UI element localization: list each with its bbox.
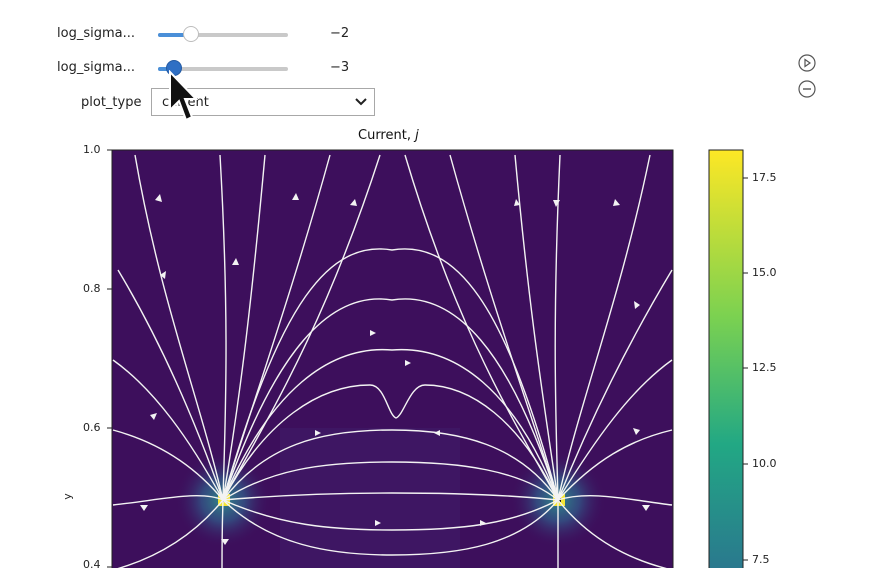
slider-value-1: −2: [330, 26, 350, 41]
colorbar-ticks: [743, 177, 748, 561]
y-ticks: [107, 149, 112, 568]
heatmap-background: [112, 150, 673, 568]
stream-arrows: [140, 193, 650, 545]
source-glow-right: [510, 452, 606, 548]
plot-title-text: Current,: [358, 128, 416, 143]
colorbar-tick-label: 7.5: [752, 553, 770, 566]
heatmap-region: [280, 428, 460, 568]
colorbar-tick-label: 12.5: [752, 361, 777, 374]
source-hotspot-left: [218, 494, 230, 506]
streamplot-chart: [107, 149, 748, 568]
slider-label-1: log_sigma...: [57, 26, 135, 41]
minus-icon[interactable]: [798, 80, 816, 98]
axes-frame: [111, 149, 674, 568]
slider-value-2: −3: [330, 60, 350, 75]
y-tick-label: 1.0: [83, 143, 101, 156]
play-icon[interactable]: [798, 54, 816, 72]
plot-title-symbol: j: [415, 128, 419, 143]
y-tick-label: 0.4: [83, 558, 101, 571]
plot-type-label: plot_type: [81, 95, 142, 110]
source-glow-left: [175, 452, 271, 548]
colorbar-tick-label: 10.0: [752, 457, 777, 470]
y-axis-label: y: [60, 493, 74, 500]
chevron-down-icon: [355, 98, 367, 106]
y-tick-label: 0.6: [83, 421, 101, 434]
streamlines: [112, 154, 673, 568]
slider-track-1[interactable]: [158, 26, 288, 42]
colorbar-tick-label: 17.5: [752, 171, 777, 184]
slider-row-1: log_sigma... −2: [0, 22, 400, 46]
source-core-left: [222, 498, 226, 502]
colorbar-tick-label: 15.0: [752, 266, 777, 279]
mouse-cursor-icon: [169, 70, 198, 122]
slider-handle-1[interactable]: [182, 26, 199, 42]
plot-title: Current, j: [358, 128, 419, 143]
source-hotspot-right: [553, 494, 565, 506]
slider-row-2: log_sigma... −3: [0, 56, 400, 80]
slider-label-2: log_sigma...: [57, 60, 135, 75]
y-tick-label: 0.8: [83, 282, 101, 295]
source-core-right: [557, 498, 561, 502]
colorbar: [708, 149, 744, 568]
